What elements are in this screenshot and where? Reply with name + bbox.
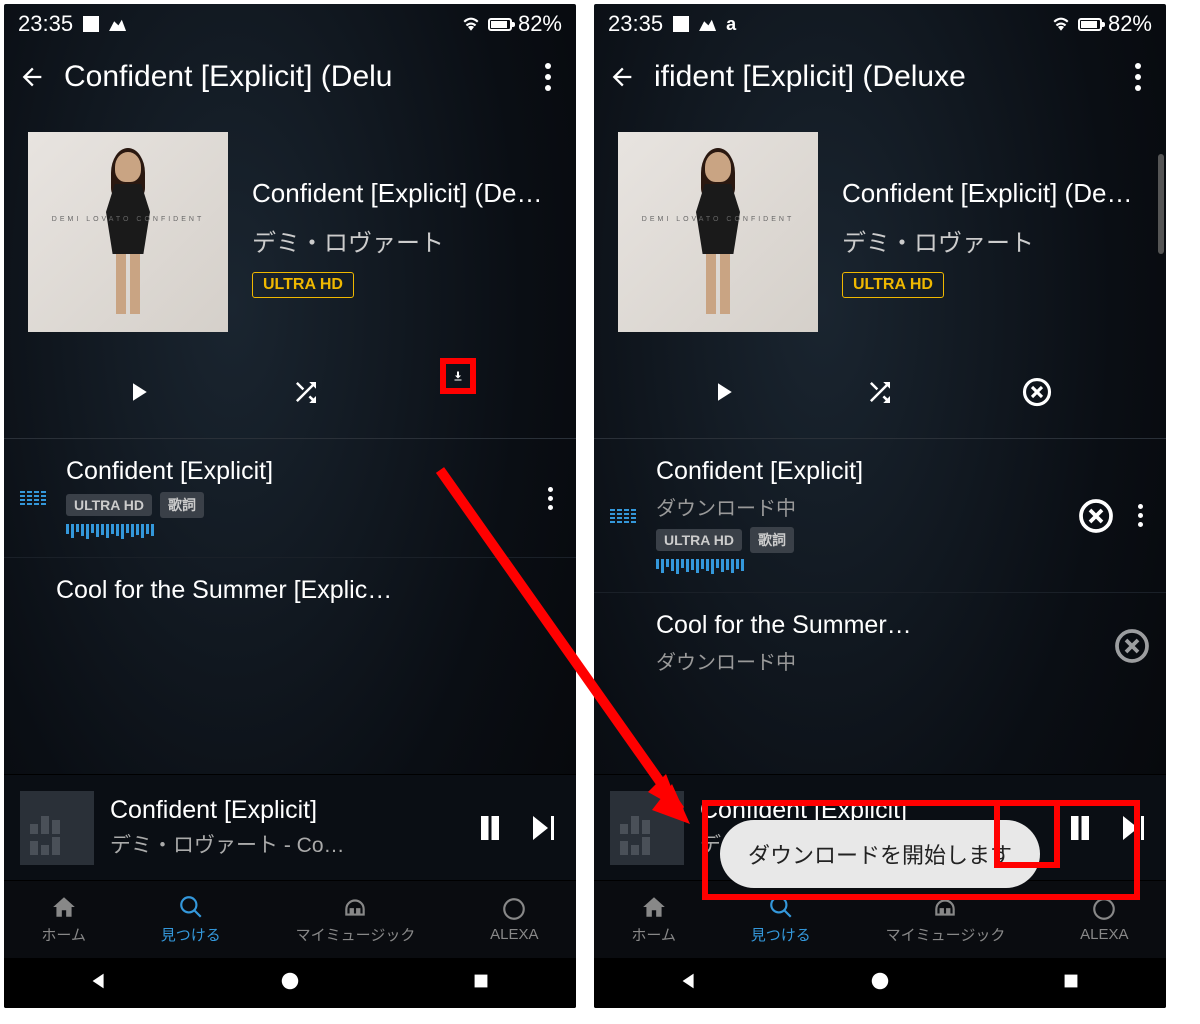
ultra-hd-badge: ULTRA HD xyxy=(842,272,944,298)
image-notification-icon xyxy=(109,17,126,31)
system-back-button[interactable] xyxy=(88,970,110,997)
nav-alexa[interactable]: ALEXA xyxy=(1080,896,1128,943)
download-button[interactable] xyxy=(440,358,476,394)
track-title: Cool for the Summer [Explic… xyxy=(56,576,560,605)
system-recent-button[interactable] xyxy=(470,970,492,997)
now-playing-icon xyxy=(610,509,640,523)
track-badge: ULTRA HD xyxy=(66,494,152,516)
status-bar: 23:35 a 82% xyxy=(594,4,1166,40)
audio-bars-icon xyxy=(66,524,524,539)
next-button[interactable] xyxy=(1114,810,1150,846)
page-title: ifident [Explicit] (Deluxe xyxy=(654,60,1106,94)
track-title: Cool for the Summer… xyxy=(656,611,1098,640)
track-status: ダウンロード中 xyxy=(656,492,1062,521)
album-header: DEMI LOVATO CONFIDENT Confident [Explici… xyxy=(4,114,576,342)
wifi-icon xyxy=(460,15,482,33)
track-title: Confident [Explicit] xyxy=(656,457,1062,486)
album-actions xyxy=(4,342,576,438)
overflow-menu-button[interactable] xyxy=(1124,63,1152,91)
phone-left: 23:35 82% Confident [Explicit] (Delu DEM… xyxy=(4,4,576,1008)
system-home-button[interactable] xyxy=(869,970,891,997)
system-recent-button[interactable] xyxy=(1060,970,1082,997)
track-overflow-button[interactable] xyxy=(1130,504,1150,527)
track-badge: ULTRA HD xyxy=(656,529,742,551)
album-artist[interactable]: デミ・ロヴァート xyxy=(842,223,1142,258)
track-list: Confident [Explicit] ダウンロード中 ULTRA HD 歌詞… xyxy=(594,438,1166,699)
cancel-track-download-button[interactable] xyxy=(1078,498,1114,534)
download-toast: ダウンロードを開始します xyxy=(720,820,1040,888)
audio-bars-icon xyxy=(656,559,1062,574)
shuffle-button[interactable] xyxy=(862,374,898,410)
now-playing-icon xyxy=(20,491,50,505)
nav-find[interactable]: 見つける xyxy=(751,894,811,945)
shuffle-button[interactable] xyxy=(288,374,324,410)
track-row[interactable]: Confident [Explicit] ULTRA HD 歌詞 xyxy=(4,439,576,558)
back-button[interactable] xyxy=(608,63,636,91)
system-nav-bar xyxy=(4,958,576,1008)
album-actions xyxy=(594,342,1166,438)
nav-alexa[interactable]: ALEXA xyxy=(490,896,538,943)
track-title: Confident [Explicit] xyxy=(66,457,524,486)
scrollbar[interactable] xyxy=(1158,154,1164,254)
track-badge: 歌詞 xyxy=(160,492,204,518)
system-home-button[interactable] xyxy=(279,970,301,997)
cancel-track-download-button[interactable] xyxy=(1114,628,1150,664)
image-notification-icon xyxy=(699,17,716,31)
pause-button[interactable] xyxy=(1062,810,1098,846)
next-button[interactable] xyxy=(524,810,560,846)
album-title: Confident [Explicit] (De… xyxy=(252,178,552,209)
amazon-icon: a xyxy=(726,14,736,35)
track-row[interactable]: 2 Cool for the Summer [Explic… xyxy=(4,558,576,629)
nav-find[interactable]: 見つける xyxy=(161,894,221,945)
track-row[interactable]: Confident [Explicit] ダウンロード中 ULTRA HD 歌詞 xyxy=(594,439,1166,593)
battery-percent: 82% xyxy=(1108,11,1152,37)
album-header: DEMI LOVATO CONFIDENT Confident [Explici… xyxy=(594,114,1166,342)
nav-home[interactable]: ホーム xyxy=(631,894,676,945)
pause-button[interactable] xyxy=(472,810,508,846)
track-overflow-button[interactable] xyxy=(540,487,560,510)
wifi-icon xyxy=(1050,15,1072,33)
play-button[interactable] xyxy=(120,374,156,410)
phone-right: 23:35 a 82% ifident [Explicit] (Deluxe D… xyxy=(594,4,1166,1008)
mini-player-title: Confident [Explicit] xyxy=(110,796,456,825)
track-list: Confident [Explicit] ULTRA HD 歌詞 2 Cool … xyxy=(4,438,576,629)
overflow-menu-button[interactable] xyxy=(534,63,562,91)
nav-library[interactable]: マイミュージック xyxy=(296,894,416,945)
bottom-nav: ホーム 見つける マイミュージック ALEXA xyxy=(4,880,576,958)
mini-player-thumbnail xyxy=(610,791,684,865)
play-button[interactable] xyxy=(705,374,741,410)
system-back-button[interactable] xyxy=(678,970,700,997)
notification-icon xyxy=(673,16,689,32)
battery-percent: 82% xyxy=(518,11,562,37)
mini-player-artist: デミ・ロヴァート - Co… xyxy=(110,829,456,859)
mini-player[interactable]: Confident [Explicit] デミ・ロヴァート - Co… xyxy=(4,774,576,880)
track-status: ダウンロード中 xyxy=(656,646,1098,675)
album-cover[interactable]: DEMI LOVATO CONFIDENT xyxy=(618,132,818,332)
album-artist[interactable]: デミ・ロヴァート xyxy=(252,223,552,258)
battery-icon xyxy=(488,18,512,31)
cancel-download-button[interactable] xyxy=(1019,374,1055,410)
track-row[interactable]: Cool for the Summer… ダウンロード中 xyxy=(594,593,1166,699)
status-bar: 23:35 82% xyxy=(4,4,576,40)
back-button[interactable] xyxy=(18,63,46,91)
track-badge: 歌詞 xyxy=(750,527,794,553)
app-header: Confident [Explicit] (Delu xyxy=(4,40,576,114)
ultra-hd-badge: ULTRA HD xyxy=(252,272,354,298)
battery-icon xyxy=(1078,18,1102,31)
album-cover[interactable]: DEMI LOVATO CONFIDENT xyxy=(28,132,228,332)
clock: 23:35 xyxy=(608,11,663,37)
nav-library[interactable]: マイミュージック xyxy=(886,894,1006,945)
notification-icon xyxy=(83,16,99,32)
clock: 23:35 xyxy=(18,11,73,37)
system-nav-bar xyxy=(594,958,1166,1008)
page-title: Confident [Explicit] (Delu xyxy=(64,60,516,94)
mini-player-thumbnail xyxy=(20,791,94,865)
app-header: ifident [Explicit] (Deluxe xyxy=(594,40,1166,114)
bottom-nav: ホーム 見つける マイミュージック ALEXA xyxy=(594,880,1166,958)
album-title: Confident [Explicit] (De… xyxy=(842,178,1142,209)
nav-home[interactable]: ホーム xyxy=(41,894,86,945)
